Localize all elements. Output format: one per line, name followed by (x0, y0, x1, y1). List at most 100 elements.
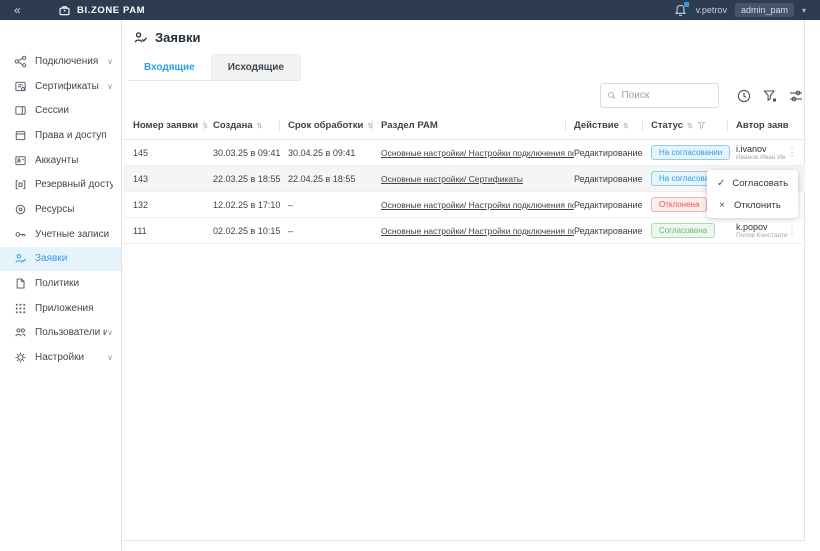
role-badge[interactable]: admin_pam (735, 3, 794, 17)
cell-author: i.ivanov Иванов Иван Ив ⋮ (736, 140, 805, 165)
sidebar-item-users-groups[interactable]: Пользователи и гр... ∨ (0, 321, 121, 346)
policies-icon (14, 277, 27, 290)
column-settings-icon[interactable] (788, 88, 804, 104)
chevron-down-icon: ∨ (107, 82, 113, 91)
section-link[interactable]: Основные настройки/ Сертификаты (381, 174, 523, 184)
users-groups-icon (14, 326, 27, 339)
app-window: « BI.ZONE PAM v.petrov admin_pam ▾ (0, 0, 820, 551)
sidebar-item-credentials[interactable]: Учетные записи (0, 222, 121, 247)
menu-item-reject[interactable]: × Отклонить (707, 194, 798, 216)
top-bar: « BI.ZONE PAM v.petrov admin_pam ▾ (0, 0, 820, 20)
sidebar-collapse-icon[interactable]: « (14, 3, 44, 17)
applications-icon (14, 302, 27, 315)
sidebar-item-connections[interactable]: Подключения ∨ (0, 49, 121, 74)
cell-number: 111 (133, 226, 213, 236)
sidebar-item-settings[interactable]: Настройки ∨ (0, 345, 121, 370)
settings-icon (14, 351, 27, 364)
cell-author: k.popov Попов Константи ⋮ (736, 218, 805, 243)
sidebar-item-requests[interactable]: Заявки (0, 247, 121, 272)
sidebar-item-policies[interactable]: Политики (0, 271, 121, 296)
cell-number: 143 (133, 174, 213, 184)
cell-number: 132 (133, 200, 213, 210)
sort-icon[interactable]: ⇅ (687, 122, 693, 130)
cell-number: 145 (133, 148, 213, 158)
credentials-icon (14, 228, 27, 241)
backup-access-icon (14, 178, 27, 191)
table-row[interactable]: 145 30.03.25 в 09:41 30.04.25 в 09:41 Ос… (123, 140, 805, 166)
username-label: v.petrov (696, 5, 727, 15)
column-filter-icon[interactable] (697, 121, 706, 130)
brand-title: BI.ZONE PAM (77, 5, 145, 16)
status-badge: Отклонена (651, 197, 707, 212)
row-menu-icon[interactable]: ⋮ (787, 147, 797, 158)
sessions-icon (14, 104, 27, 117)
cell-action: Редактирование (574, 200, 651, 210)
author-login: i.ivanov (736, 144, 788, 154)
accounts-icon (14, 154, 27, 167)
tab-outgoing[interactable]: Исходящие (211, 54, 301, 80)
author-fullname: Иванов Иван Ив (736, 154, 788, 162)
table-row[interactable]: 143 22.03.25 в 18:55 22.04.25 в 18:55 Ос… (123, 166, 805, 192)
cell-deadline: 22.04.25 в 18:55 (288, 174, 381, 184)
sort-icon[interactable]: ⇅ (367, 122, 373, 130)
table-header-row: Номер заявки ⇅ Создана ⇅ Срок обработки … (123, 112, 805, 140)
sidebar-item-accounts[interactable]: Аккаунты (0, 148, 121, 173)
col-header-section: Раздел PAM (381, 112, 574, 139)
section-link[interactable]: Основные настройки/ Настройки подключени… (381, 226, 574, 236)
sidebar-item-backup-access[interactable]: Резервный доступ (0, 172, 121, 197)
user-menu-chevron-icon[interactable]: ▾ (802, 6, 806, 15)
notification-badge (684, 2, 689, 7)
sidebar-item-certificates[interactable]: Сертификаты ∨ (0, 74, 121, 99)
chevron-down-icon: ∨ (107, 353, 113, 362)
connections-icon (14, 55, 27, 68)
author-fullname: Попов Константи (736, 232, 788, 240)
certificates-icon (14, 80, 27, 93)
chevron-down-icon: ∨ (107, 328, 113, 337)
rights-access-icon (14, 129, 27, 142)
cell-created: 02.02.25 в 10:15 (213, 226, 288, 236)
notifications-button[interactable] (673, 3, 688, 18)
menu-item-approve[interactable]: ✓ Согласовать (707, 172, 798, 194)
page-title: Заявки (133, 30, 200, 45)
cell-deadline: – (288, 226, 381, 236)
sidebar-item-sessions[interactable]: Сессии (0, 98, 121, 123)
col-header-action: Действие ⇅ (574, 112, 651, 139)
col-header-author: Автор заявки (736, 112, 805, 139)
col-header-created: Создана ⇅ (213, 112, 288, 139)
history-icon[interactable] (736, 88, 752, 104)
search-icon (607, 90, 616, 101)
requests-table: Номер заявки ⇅ Создана ⇅ Срок обработки … (123, 112, 805, 244)
section-link[interactable]: Основные настройки/ Настройки подключени… (381, 200, 574, 210)
table-row[interactable]: 111 02.02.25 в 10:15 – Основные настройк… (123, 218, 805, 244)
cell-deadline: 30.04.25 в 09:41 (288, 148, 381, 158)
sidebar-item-resources[interactable]: Ресурсы (0, 197, 121, 222)
sidebar-item-rights-access[interactable]: Права и доступ (0, 123, 121, 148)
cross-icon: × (717, 200, 727, 211)
sort-icon[interactable]: ⇅ (257, 122, 263, 130)
tab-incoming[interactable]: Входящие (128, 54, 211, 80)
col-header-deadline: Срок обработки ⇅ (288, 112, 381, 139)
main-content: Заявки Входящие Исходящие (123, 20, 805, 541)
row-menu-icon[interactable]: ⋮ (787, 225, 797, 236)
filter-icon[interactable] (762, 88, 778, 104)
status-badge: На согласовании (651, 145, 730, 160)
resources-icon (14, 203, 27, 216)
search-input[interactable] (621, 90, 712, 101)
sidebar-item-applications[interactable]: Приложения (0, 296, 121, 321)
cell-created: 30.03.25 в 09:41 (213, 148, 288, 158)
sort-icon[interactable]: ⇅ (623, 122, 629, 130)
cell-created: 22.03.25 в 18:55 (213, 174, 288, 184)
check-icon: ✓ (717, 178, 725, 189)
cell-action: Редактирование (574, 148, 651, 158)
table-row[interactable]: 132 12.02.25 в 17:10 – Основные настройк… (123, 192, 805, 218)
cell-action: Редактирование (574, 226, 651, 236)
requests-icon (14, 252, 27, 265)
sort-icon[interactable]: ⇅ (202, 122, 208, 130)
cell-deadline: – (288, 200, 381, 210)
section-link[interactable]: Основные настройки/ Настройки подключени… (381, 148, 574, 158)
chevron-down-icon: ∨ (107, 57, 113, 66)
col-header-number: Номер заявки ⇅ (133, 112, 213, 139)
tab-bar: Входящие Исходящие (128, 54, 301, 81)
sidebar: Подключения ∨ Сертификаты ∨ Сессии Права… (0, 20, 122, 551)
brand: BI.ZONE PAM (58, 4, 145, 17)
